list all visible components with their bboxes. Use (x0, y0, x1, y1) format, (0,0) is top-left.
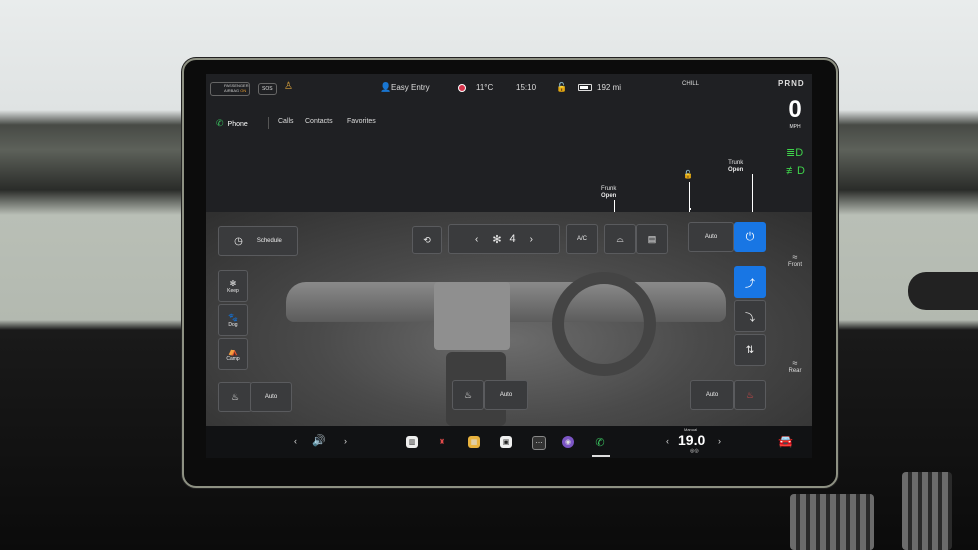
seat-heater-icon: ♨ (230, 391, 240, 402)
passenger-seat-heater-button[interactable]: ♨ (734, 380, 766, 410)
accelerator-pedal (902, 472, 952, 550)
door-pointer (689, 182, 690, 212)
steering-heater-icon: ♨ (463, 389, 473, 400)
more-apps-icon[interactable]: ⋯ (532, 436, 546, 450)
tab-contacts[interactable]: Contacts (305, 118, 333, 125)
tab-calls[interactable]: Calls (278, 118, 294, 125)
camp-mode-button[interactable]: ⛺ Camp (218, 338, 248, 370)
seatbelt-warning-icon: ♙ (284, 81, 293, 92)
front-vent-icon: ≈ (792, 252, 798, 262)
touchscreen: PASSENGER AIRBAG ON SOS ♙ 👤 Easy Entry 1… (206, 74, 812, 458)
tent-icon: ⛺ (228, 346, 238, 356)
power-icon: ⏻ (745, 230, 755, 243)
outside-temperature: 11°C (476, 83, 494, 92)
vent-face-icon: ⤴ (745, 278, 755, 290)
dog-mode-button[interactable]: 🐾 Dog (218, 304, 248, 336)
recirculate-button[interactable]: ⟲ (412, 226, 442, 254)
volume-down-icon[interactable]: ‹ (294, 436, 297, 446)
temp-down-icon[interactable]: ‹ (666, 436, 669, 446)
airbag-state: ON (240, 88, 247, 93)
temp-up-icon[interactable]: › (718, 436, 721, 446)
fan-decrease-icon[interactable]: ‹ (475, 234, 478, 245)
sos-badge[interactable]: SOS (258, 83, 277, 95)
fan-speed-value: 4 (509, 233, 516, 245)
divider (268, 117, 269, 129)
schedule-button[interactable]: ◷ Schedule (218, 226, 298, 256)
phone-icon: ✆ (216, 118, 224, 128)
fan-icon: ✻ (492, 233, 502, 246)
frunk-pointer (614, 200, 615, 212)
rear-defrost-icon: ▤ (647, 233, 657, 244)
ac-button[interactable]: A/C (566, 224, 598, 254)
battery-range: 192 mi (597, 83, 622, 92)
rear-defrost-button[interactable]: ▤ (636, 224, 668, 254)
theater-app-icon[interactable]: ▦ (468, 436, 480, 448)
vent-both-icon: ⇅ (745, 344, 755, 356)
driver-seat-heater-button[interactable]: ♨ (218, 382, 252, 412)
frunk-open-button[interactable]: Frunk Open (601, 186, 616, 200)
cabin-temperature[interactable]: 19.0 (678, 432, 705, 448)
front-defrost-icon: ⌓ (616, 233, 624, 244)
clock: 15:10 (516, 83, 537, 92)
climate-panel: ◷ Schedule ⟲ ‹ ✻ 4 › A/C ⌓ ▤ Auto ⏻ ⤴ ⤵ … (206, 212, 812, 426)
climate-power-button[interactable]: ⏻ (734, 222, 766, 252)
passenger-seat-auto-button[interactable]: Auto (690, 380, 734, 410)
vent-feet-icon: ⤵ (745, 312, 755, 324)
front-vents[interactable]: ≈ Front (780, 252, 810, 268)
car-controls-icon[interactable]: 🚘 (778, 434, 793, 448)
driver-profile[interactable]: Easy Entry (391, 83, 430, 92)
climate-auto-button[interactable]: Auto (688, 222, 734, 252)
trunk-open-button[interactable]: Trunk Open (728, 160, 743, 174)
fan-keep-icon: ✻ (229, 278, 237, 288)
volume-icon[interactable]: 🔊 (312, 434, 326, 447)
lock-icon[interactable]: 🔓 (556, 82, 567, 93)
brake-pedal (790, 494, 874, 550)
music-app-icon[interactable]: ◉ (562, 436, 574, 448)
door-lock-icon[interactable]: 🔓 (683, 170, 693, 179)
rear-vent-icon: ≈ (792, 358, 798, 368)
tab-favorites[interactable]: Favorites (347, 118, 376, 125)
vent-mode-both[interactable]: ⇅ (734, 334, 766, 366)
fan-increase-icon[interactable]: › (530, 234, 533, 245)
profile-icon[interactable]: 👤 (380, 82, 391, 93)
volume-up-icon[interactable]: › (344, 436, 347, 446)
paw-icon: 🐾 (228, 312, 238, 322)
phone-panel: ✆ Phone Calls Contacts Favorites (206, 104, 572, 212)
fan-speed-control[interactable]: ‹ ✻ 4 › (448, 224, 560, 254)
dashcam-record-icon[interactable] (458, 84, 466, 92)
steering-heater-auto-button[interactable]: Auto (484, 380, 528, 410)
phone-title[interactable]: ✆ Phone (216, 118, 248, 129)
trunk-pointer (752, 174, 753, 212)
drive-mode: CHILL (682, 81, 700, 87)
active-app-indicator (592, 455, 610, 457)
rear-vents[interactable]: ≈ Rear (780, 358, 810, 374)
driver-seat-auto-button[interactable]: Auto (250, 382, 292, 412)
clock-icon: ◷ (234, 235, 243, 247)
cabin-screen-render (434, 282, 510, 350)
arcade-app-icon[interactable]: ♜ (436, 436, 448, 448)
passenger-airbag-indicator: PASSENGER AIRBAG ON (210, 82, 250, 96)
vent-mode-feet[interactable]: ⤵ (734, 300, 766, 332)
recirculate-icon: ⟲ (423, 234, 431, 245)
vent-mode-face[interactable]: ⤴ (734, 266, 766, 298)
phone-app-icon[interactable]: ✆ (594, 436, 606, 449)
gear-selector: PRND (778, 79, 805, 88)
front-defrost-button[interactable]: ⌓ (604, 224, 636, 254)
status-bar: PASSENGER AIRBAG ON SOS ♙ 👤 Easy Entry 1… (206, 74, 812, 104)
taskbar: ‹ 🔊 › ▥ ♜ ▦ ▣ ⋯ ◉ ✆ Manual ‹ 19.0 › ◎◎ 🚘 (206, 426, 812, 458)
toybox-app-icon[interactable]: ▥ (406, 436, 418, 448)
steering-wheel-render (552, 272, 656, 376)
calendar-app-icon[interactable]: ▣ (500, 436, 512, 448)
steering-heater-button[interactable]: ♨ (452, 380, 484, 410)
keep-climate-button[interactable]: ✻ Keep (218, 270, 248, 302)
seat-climate-icon: ◎◎ (690, 448, 699, 454)
battery-icon (578, 84, 592, 91)
wiper-stalk (908, 272, 978, 310)
seat-heater-red-icon: ♨ (745, 389, 755, 400)
